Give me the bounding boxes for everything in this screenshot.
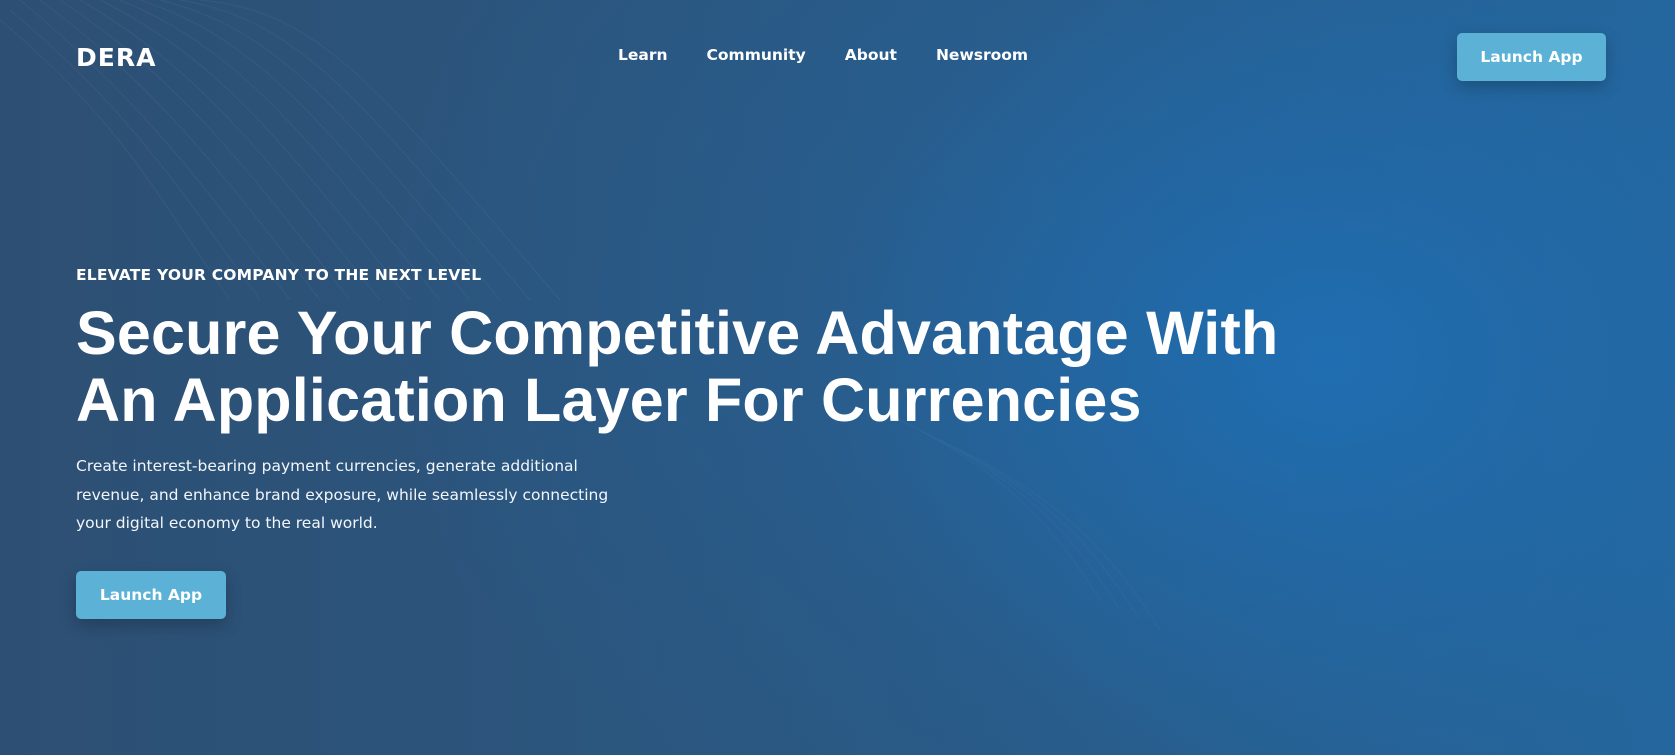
- nav-link-newsroom[interactable]: Newsroom: [936, 46, 1028, 64]
- nav-link-learn[interactable]: Learn: [618, 46, 668, 64]
- nav-link-community[interactable]: Community: [707, 46, 806, 64]
- hero-description: Create interest-bearing payment currenci…: [76, 457, 609, 532]
- hero-title-line-1: Secure Your Competitive Advantage With: [76, 299, 1279, 367]
- dera-logo[interactable]: DERA: [76, 43, 156, 72]
- hero-section: ELEVATE YOUR COMPANY TO THE NEXT LEVEL S…: [76, 266, 1376, 619]
- nav-link-about[interactable]: About: [845, 46, 897, 64]
- launch-app-button-header[interactable]: Launch App: [1457, 33, 1606, 81]
- hero-title: Secure Your Competitive Advantage With A…: [76, 300, 1376, 434]
- launch-app-button-hero[interactable]: Launch App: [76, 570, 226, 619]
- hero-title-line-2: An Application Layer For Currencies: [76, 366, 1142, 434]
- hero-eyebrow: ELEVATE YOUR COMPANY TO THE NEXT LEVEL: [76, 266, 482, 284]
- main-nav: Learn Community About Newsroom: [618, 46, 1028, 64]
- site-header: DERA Learn Community About Newsroom Laun…: [0, 0, 1675, 112]
